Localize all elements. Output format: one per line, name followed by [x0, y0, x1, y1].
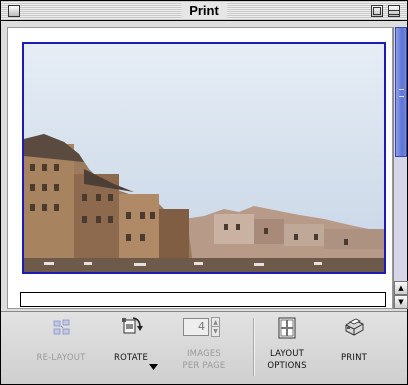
images-per-page-control[interactable]: 4 ▲ ▼ IMAGES PER PAGE: [173, 312, 235, 385]
toolbar-divider: [253, 318, 254, 376]
stepper-up-icon[interactable]: ▲: [212, 318, 219, 327]
title-bar[interactable]: Print: [1, 1, 407, 21]
scroll-up-arrow-icon[interactable]: ▲: [394, 281, 408, 295]
window-title: Print: [181, 2, 227, 19]
preview-area: [7, 27, 393, 309]
layout-options-button[interactable]: LAYOUT OPTIONS: [257, 312, 317, 385]
chevron-down-icon: [149, 364, 158, 370]
images-per-page-field[interactable]: 4: [183, 318, 209, 336]
layout-grid-icon: [278, 317, 296, 339]
images-per-page-label-line1: IMAGES: [186, 349, 222, 359]
print-toolbar: RE-LAYOUT ROTATE 4 ▲ ▼ IMAGES PER PAGE L…: [1, 311, 407, 384]
printer-icon: [345, 318, 364, 336]
print-window: Print ▲ ▼ RE-LAYOUT ROTATE 4 ▲ ▼ IMAGES …: [0, 0, 408, 385]
vertical-scrollbar[interactable]: ▲ ▼: [393, 27, 408, 309]
images-per-page-label-line2: PER PAGE: [182, 361, 226, 371]
images-per-page-stepper[interactable]: ▲ ▼: [211, 317, 220, 337]
print-preview-image: [22, 42, 386, 274]
zoom-box-button[interactable]: [371, 5, 383, 17]
stepper-down-icon[interactable]: ▼: [212, 327, 219, 336]
rotate-button[interactable]: ROTATE: [101, 312, 161, 385]
relayout-label: RE-LAYOUT: [36, 353, 86, 363]
print-button[interactable]: PRINT: [326, 312, 382, 385]
scrollbar-thumb[interactable]: [395, 27, 407, 157]
rotate-icon: [122, 317, 143, 334]
city-photo-image: [24, 44, 384, 272]
rotate-label: ROTATE: [113, 353, 149, 363]
print-label: PRINT: [340, 353, 368, 363]
scroll-down-arrow-icon[interactable]: ▼: [394, 295, 408, 309]
relayout-icon: [53, 319, 70, 335]
layout-options-label-line2: OPTIONS: [267, 361, 307, 371]
layout-options-label-line1: LAYOUT: [269, 349, 305, 359]
relayout-button[interactable]: RE-LAYOUT: [31, 312, 91, 385]
caption-field[interactable]: [20, 292, 386, 307]
close-box-button[interactable]: [8, 5, 20, 17]
collapse-box-button[interactable]: [388, 5, 400, 17]
